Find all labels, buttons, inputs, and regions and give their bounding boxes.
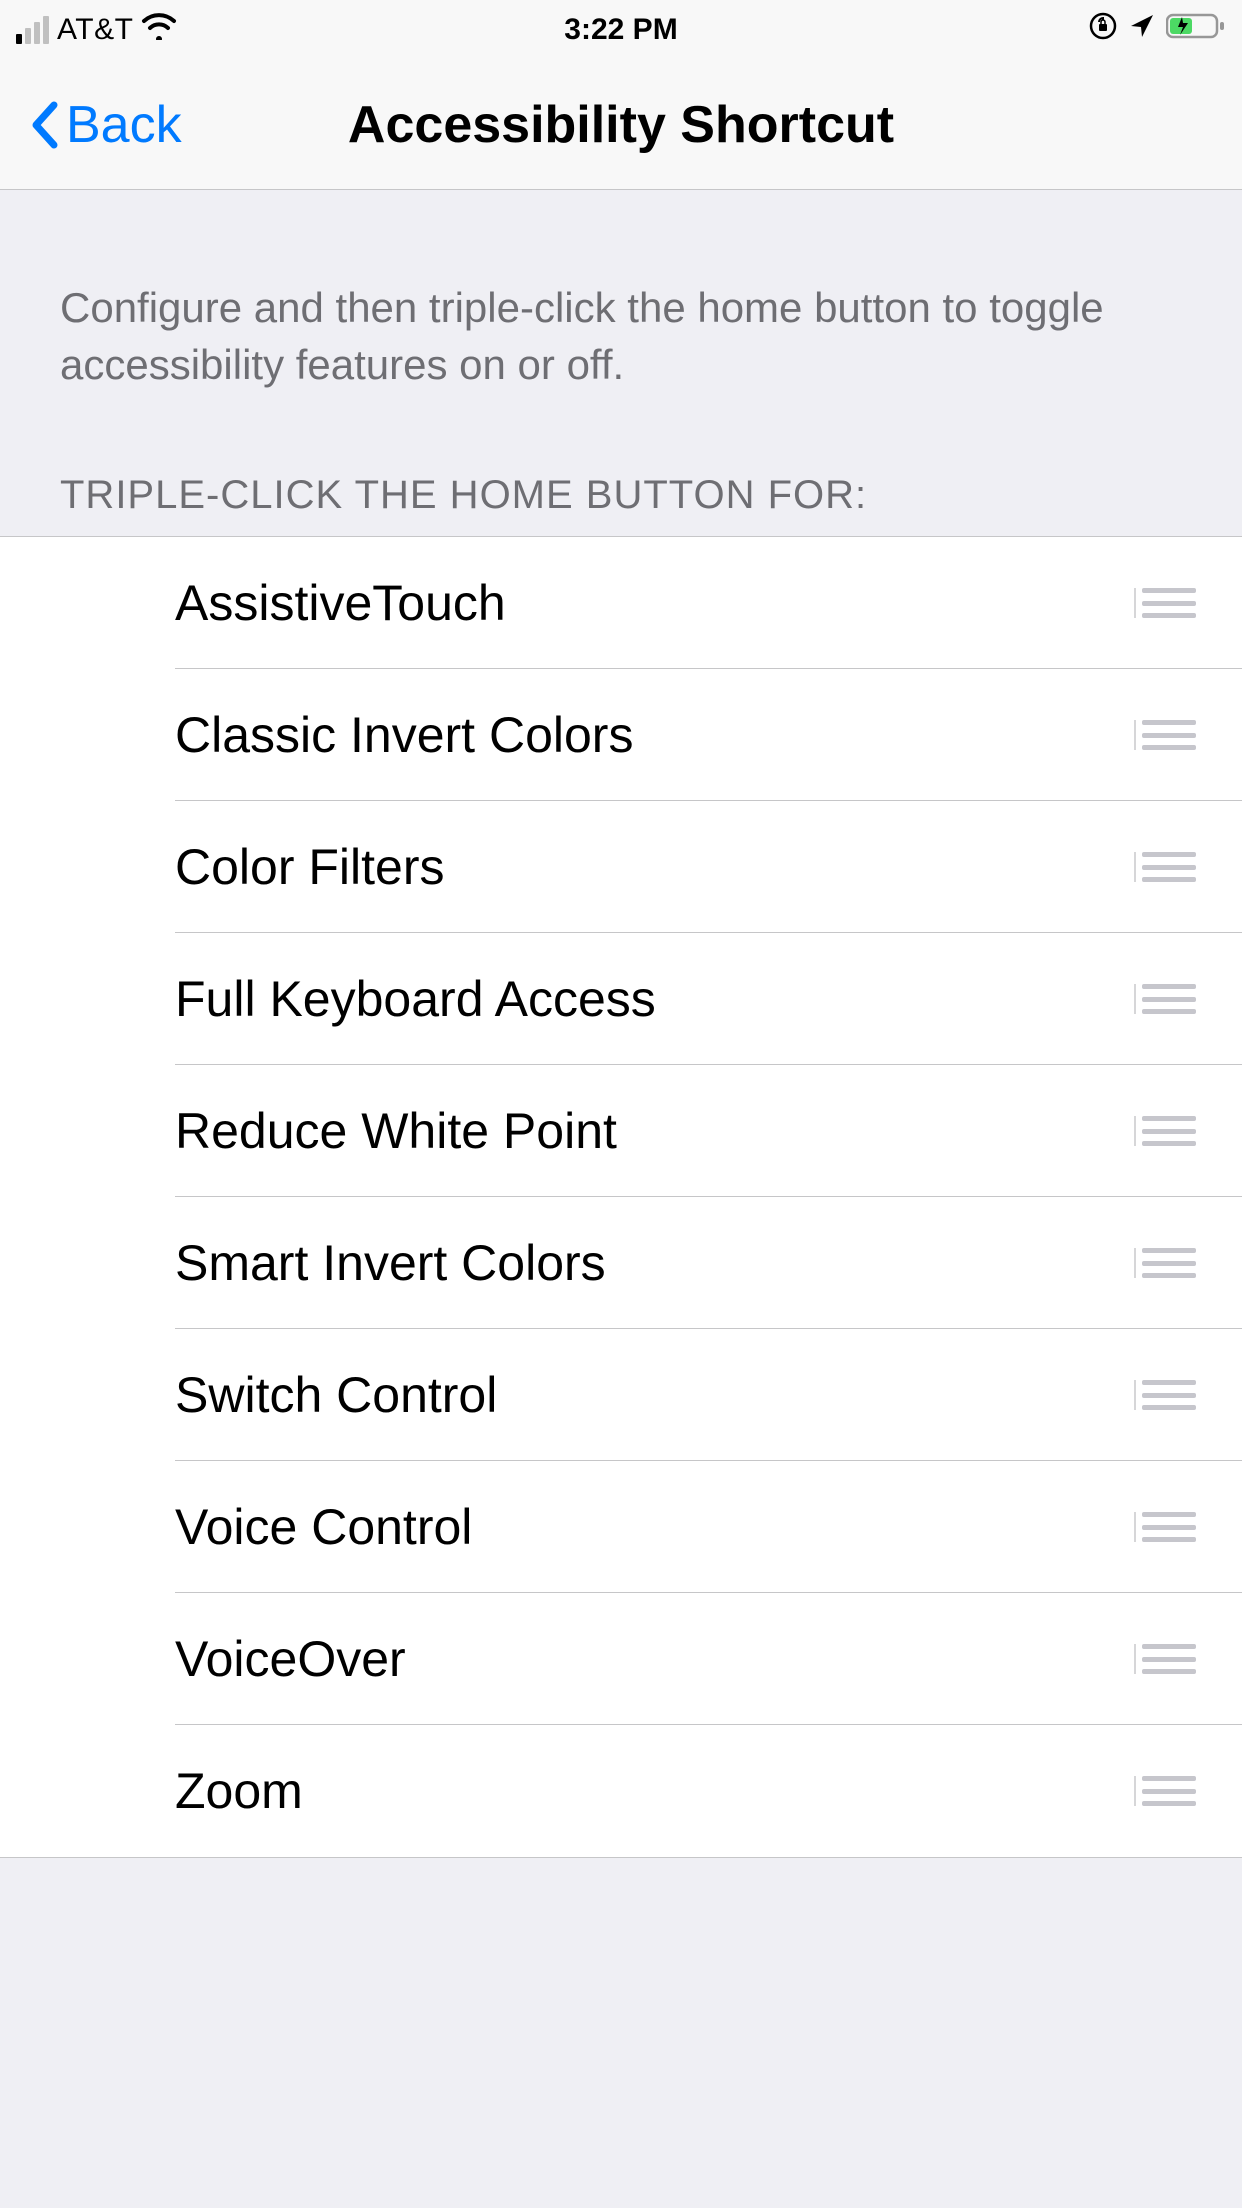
list-item[interactable]: Zoom — [0, 1725, 1242, 1857]
carrier-label: AT&T — [57, 13, 133, 47]
status-bar: AT&T 3:22 PM — [0, 0, 1242, 60]
list-item[interactable]: Voice Control — [0, 1461, 1242, 1593]
reorder-handle-icon[interactable] — [1134, 1116, 1196, 1146]
list-item-label: Classic Invert Colors — [175, 706, 1134, 764]
list-item[interactable]: Reduce White Point — [0, 1065, 1242, 1197]
list-item-label: Zoom — [175, 1762, 1134, 1820]
reorder-handle-icon[interactable] — [1134, 1644, 1196, 1674]
status-right — [1088, 11, 1226, 49]
reorder-handle-icon[interactable] — [1134, 1512, 1196, 1542]
back-button[interactable]: Back — [30, 95, 182, 155]
nav-bar: Back Accessibility Shortcut — [0, 60, 1242, 190]
status-time: 3:22 PM — [564, 13, 677, 47]
list-item-label: Switch Control — [175, 1366, 1134, 1424]
reorder-handle-icon[interactable] — [1134, 984, 1196, 1014]
list-item[interactable]: Classic Invert Colors — [0, 669, 1242, 801]
reorder-handle-icon[interactable] — [1134, 852, 1196, 882]
content: Configure and then triple-click the home… — [0, 190, 1242, 1858]
location-icon — [1128, 12, 1156, 48]
list-item[interactable]: Switch Control — [0, 1329, 1242, 1461]
battery-charging-icon — [1166, 11, 1226, 49]
reorder-handle-icon[interactable] — [1134, 720, 1196, 750]
list-item[interactable]: VoiceOver — [0, 1593, 1242, 1725]
list-item-label: Full Keyboard Access — [175, 970, 1134, 1028]
list-item[interactable]: Full Keyboard Access — [0, 933, 1242, 1065]
reorder-handle-icon[interactable] — [1134, 1248, 1196, 1278]
orientation-lock-icon — [1088, 11, 1118, 49]
back-label: Back — [66, 95, 182, 155]
wifi-icon — [141, 12, 177, 48]
section-header: TRIPLE-CLICK THE HOME BUTTON FOR: — [0, 393, 1242, 536]
list-item-label: Reduce White Point — [175, 1102, 1134, 1160]
reorder-handle-icon[interactable] — [1134, 588, 1196, 618]
list-item-label: Voice Control — [175, 1498, 1134, 1556]
shortcut-list: AssistiveTouch Classic Invert Colors Col… — [0, 536, 1242, 1858]
reorder-handle-icon[interactable] — [1134, 1380, 1196, 1410]
list-item[interactable]: Smart Invert Colors — [0, 1197, 1242, 1329]
list-item[interactable]: AssistiveTouch — [0, 537, 1242, 669]
chevron-left-icon — [30, 101, 60, 149]
signal-strength-icon — [16, 16, 49, 44]
list-item[interactable]: Color Filters — [0, 801, 1242, 933]
status-left: AT&T — [16, 12, 177, 48]
list-item-label: VoiceOver — [175, 1630, 1134, 1688]
description-text: Configure and then triple-click the home… — [0, 190, 1242, 393]
reorder-handle-icon[interactable] — [1134, 1776, 1196, 1806]
list-item-label: Color Filters — [175, 838, 1134, 896]
list-item-label: AssistiveTouch — [175, 574, 1134, 632]
page-title: Accessibility Shortcut — [348, 95, 894, 155]
list-item-label: Smart Invert Colors — [175, 1234, 1134, 1292]
